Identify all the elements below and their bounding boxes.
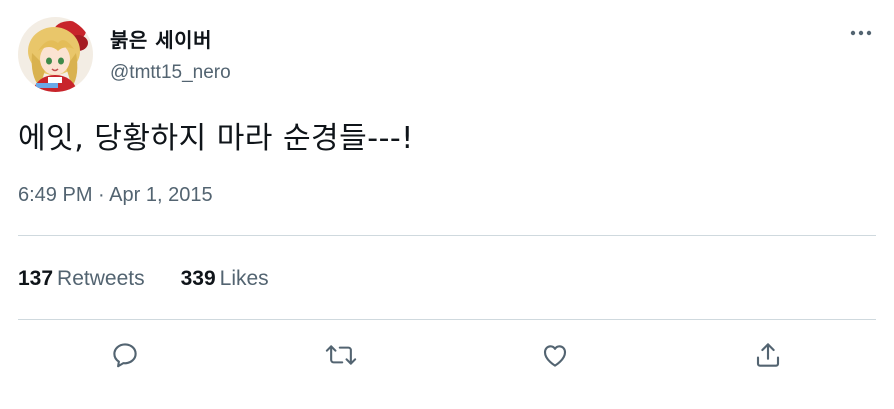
avatar-image (18, 17, 93, 92)
likes-count: 339 (180, 267, 216, 290)
more-dots-icon (850, 30, 872, 36)
divider (18, 319, 876, 320)
tweet-text: 에잇, 당황하지 마라 순경들---! (18, 121, 414, 156)
more-options-button[interactable] (845, 22, 879, 44)
retweets-stat[interactable]: 137 Retweets (18, 267, 145, 291)
retweets-label: Retweets (57, 267, 145, 290)
retweets-count: 137 (18, 267, 54, 290)
retweet-icon (325, 345, 357, 365)
user-handle[interactable]: @tmtt15_nero (110, 62, 231, 84)
reply-icon (113, 343, 137, 368)
tweet-card: 붉은 세이버 @tmtt15_nero 에잇, 당황하지 마라 순경들---! … (0, 0, 894, 409)
display-name[interactable]: 붉은 세이버 (110, 24, 212, 53)
retweet-button[interactable] (323, 337, 359, 373)
engagement-stats: 137 Retweets 339 Likes (18, 267, 269, 291)
share-button[interactable] (750, 337, 786, 373)
heart-icon (543, 345, 567, 367)
reply-button[interactable] (107, 337, 143, 373)
share-icon (756, 343, 780, 367)
tweet-timestamp[interactable]: 6:49 PM · Apr 1, 2015 (18, 184, 213, 207)
like-button[interactable] (537, 337, 573, 373)
avatar[interactable] (18, 17, 93, 92)
likes-stat[interactable]: 339 Likes (181, 267, 269, 291)
likes-label: Likes (219, 267, 269, 290)
divider (18, 235, 876, 236)
